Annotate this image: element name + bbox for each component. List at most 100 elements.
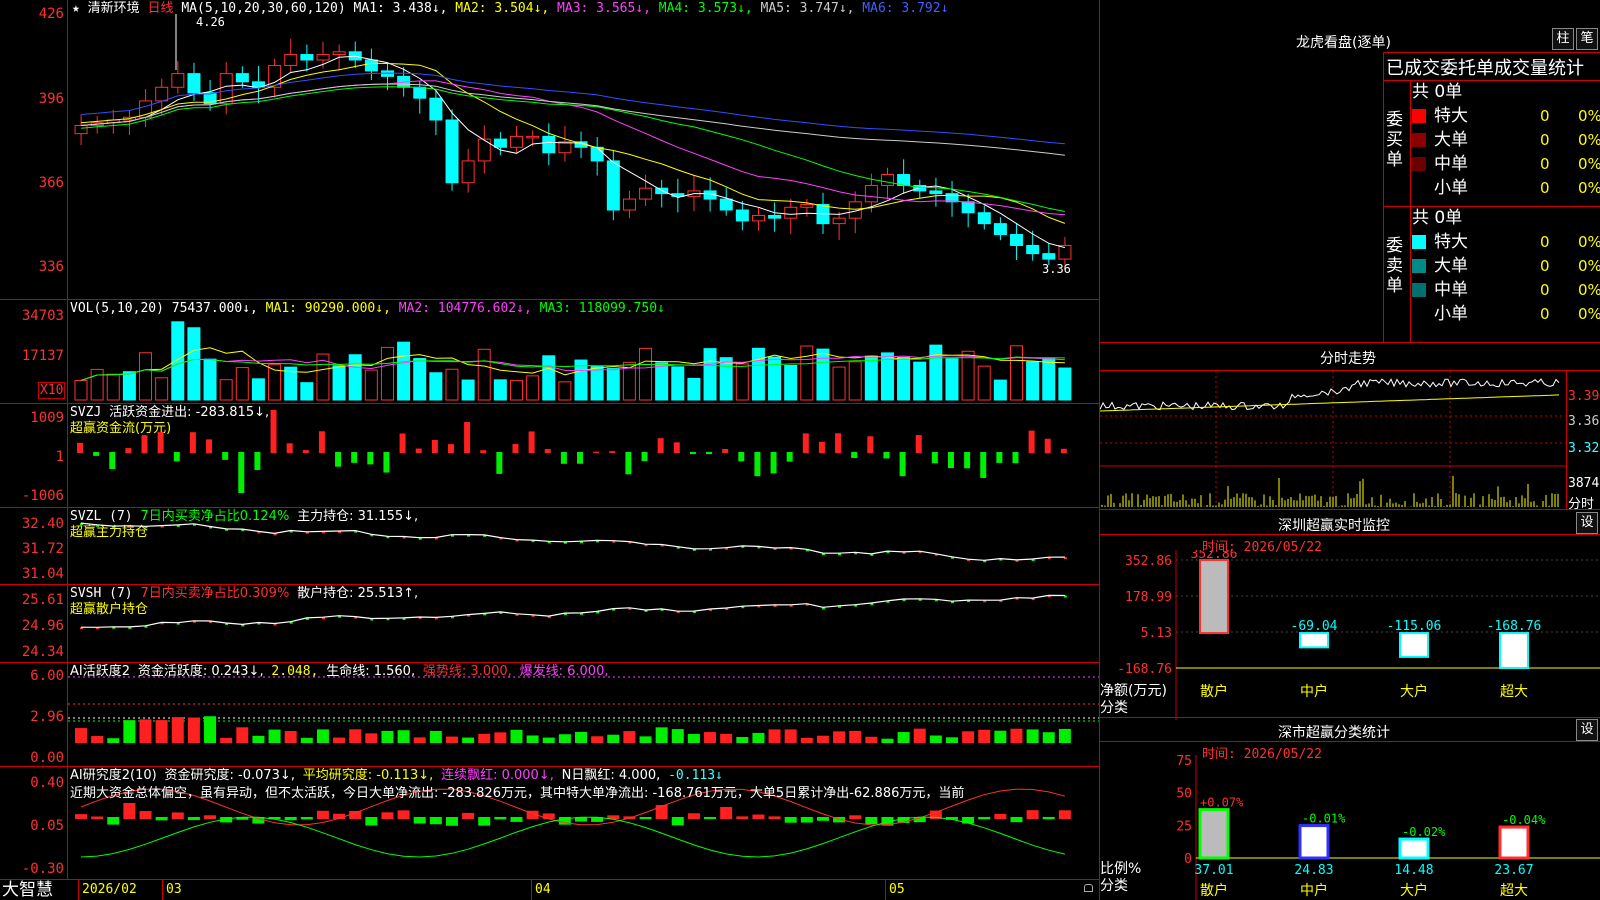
activity-bar bbox=[671, 729, 684, 743]
classify-category: 大户 bbox=[1400, 882, 1428, 899]
intraday-tick: 3.360 bbox=[1568, 414, 1600, 429]
realtime-bar-chart[interactable]: 352.86 178.99 5.13 -168.76 352.86 散户 -69.04 中户 -… bbox=[1100, 550, 1600, 720]
research-bar bbox=[671, 817, 684, 826]
flow-bar bbox=[270, 410, 277, 453]
svzj-panel[interactable]: 1009 1 -1006 SVZJ 活跃资金进出: -283.815↓, 超赢资… bbox=[0, 404, 1100, 508]
ma-line bbox=[81, 86, 1065, 212]
volume-bar bbox=[380, 346, 394, 401]
volume-bar bbox=[655, 362, 669, 401]
volume-bars[interactable] bbox=[68, 300, 1099, 404]
research-bar bbox=[494, 817, 507, 820]
activity-bar bbox=[833, 731, 846, 743]
lock-icon[interactable] bbox=[1084, 884, 1093, 892]
svzj-tick: -1006 bbox=[21, 488, 64, 504]
order-pct: 0% bbox=[1578, 107, 1600, 125]
flow-bar bbox=[915, 435, 922, 453]
order-row: 中单 0 0% bbox=[1410, 278, 1600, 302]
color-swatch-icon bbox=[1412, 109, 1426, 123]
order-type: 中单 bbox=[1434, 154, 1468, 174]
research-bar bbox=[429, 817, 442, 825]
svsh-panel[interactable]: 25.61 24.96 24.34 SVSH (7) 7日内买卖净占比0.309… bbox=[0, 585, 1100, 663]
realtime-category: 大户 bbox=[1400, 683, 1428, 700]
ai-research-value: 资金研究度: -0.073↓, bbox=[164, 768, 295, 783]
flow-bar bbox=[544, 449, 551, 453]
activity-bar bbox=[639, 736, 652, 743]
intraday-chart[interactable] bbox=[1100, 371, 1566, 509]
research-bar bbox=[720, 807, 733, 819]
color-swatch-icon bbox=[1412, 157, 1426, 171]
research-bar bbox=[816, 817, 829, 821]
activity-bars[interactable] bbox=[68, 663, 1099, 767]
ai-research-tick: -0.30 bbox=[21, 861, 64, 877]
classify-pct-label: +0.07% bbox=[1200, 796, 1244, 810]
bar-view-button[interactable]: 柱 bbox=[1552, 28, 1574, 50]
order-pct: 0% bbox=[1578, 155, 1600, 173]
flow-bar bbox=[689, 452, 696, 455]
volume-bar bbox=[251, 378, 265, 401]
flow-bar bbox=[738, 452, 745, 462]
classify-bar-chart[interactable]: 75 50 25 0 +0.07% 37.01 散户 -0.01% 24.83 中户 -0.02% 1… bbox=[1100, 755, 1600, 900]
activity-bar bbox=[913, 728, 926, 743]
order-count: 0 bbox=[1540, 155, 1550, 173]
candle-up bbox=[864, 184, 878, 203]
holding-line bbox=[80, 522, 1065, 561]
activity-bar bbox=[1026, 729, 1039, 743]
research-green-line bbox=[80, 816, 1066, 858]
activity-bar bbox=[155, 720, 168, 743]
low-price-label: 3.36 bbox=[1042, 262, 1071, 276]
classify-bar bbox=[1198, 808, 1230, 860]
volume-panel[interactable]: 34703 17137 X10 VOL(5,10,20) 75437.000↓,… bbox=[0, 300, 1100, 404]
flow-bar bbox=[851, 452, 858, 459]
ai-research-comment: 近期大资金总体偏空，虽有异动，但不太活跃，今日大单净流出: -283.826万元… bbox=[70, 786, 965, 801]
order-type: 大单 bbox=[1434, 256, 1468, 276]
date-axis-bar: 大智慧 2026/02 03 04 05 bbox=[0, 880, 1100, 900]
activity-bar bbox=[1010, 728, 1023, 743]
candle-up bbox=[751, 214, 765, 222]
volume-bar bbox=[219, 379, 233, 401]
date-label: 05 bbox=[889, 882, 905, 897]
candle-down bbox=[413, 86, 427, 99]
ai-research-panel[interactable]: 0.40 0.05 -0.30 AI研究度2(10) 资金研究度: -0.073… bbox=[0, 767, 1100, 880]
flow-bar bbox=[496, 452, 503, 474]
order-row: 中单 0 0% bbox=[1410, 152, 1600, 176]
activity-bar bbox=[607, 734, 620, 743]
volume-bar bbox=[1026, 361, 1040, 401]
research-bar bbox=[349, 810, 362, 819]
svzl-panel[interactable]: 32.40 31.72 31.04 SVZL (7) 7日内买卖净占比0.124… bbox=[0, 508, 1100, 585]
candlestick-chart[interactable] bbox=[68, 0, 1099, 300]
candle-down bbox=[929, 190, 943, 195]
research-bar bbox=[91, 816, 104, 819]
color-swatch-icon bbox=[1412, 133, 1426, 147]
retail-line[interactable] bbox=[68, 585, 1099, 663]
candle-up bbox=[461, 160, 475, 184]
activity-bar bbox=[413, 737, 426, 743]
activity-bar bbox=[429, 730, 442, 743]
activity-bar bbox=[494, 732, 507, 743]
ai-active-tick: 2.96 bbox=[30, 709, 64, 725]
candle-up bbox=[639, 187, 653, 200]
main-force-line[interactable] bbox=[68, 508, 1099, 585]
candle-down bbox=[300, 54, 314, 61]
color-swatch-icon bbox=[1412, 283, 1426, 297]
activity-bar bbox=[978, 729, 991, 743]
volume-bar bbox=[897, 357, 911, 401]
holding-line bbox=[80, 594, 1065, 628]
classify-value-label: 37.01 bbox=[1194, 863, 1233, 878]
research-bar bbox=[1042, 817, 1055, 820]
activity-bar bbox=[558, 734, 571, 743]
candle-down bbox=[590, 146, 604, 162]
classify-title: 深市超赢分类统计 bbox=[1278, 725, 1390, 741]
kline-panel[interactable]: 426 396 366 336 ★ 清新环境 日线 MA(5,10,20,30,… bbox=[0, 0, 1100, 300]
ai-active-panel[interactable]: 6.00 2.96 0.00 AI活跃度2 资金活跃度: 0.243↓, 2.0… bbox=[0, 663, 1100, 767]
activity-bar bbox=[204, 716, 217, 743]
tick-view-button[interactable]: 笔 bbox=[1576, 28, 1598, 50]
realtime-settings-button[interactable]: 设 bbox=[1576, 512, 1598, 534]
order-pct: 0% bbox=[1578, 305, 1600, 323]
fund-flow-bars[interactable] bbox=[68, 404, 1099, 508]
activity-bar bbox=[365, 733, 378, 743]
svzl-tick: 31.72 bbox=[21, 541, 64, 557]
candle-up bbox=[784, 206, 798, 219]
volume-bar bbox=[1042, 357, 1056, 401]
flow-bar bbox=[560, 452, 567, 464]
classify-settings-button[interactable]: 设 bbox=[1576, 719, 1598, 741]
